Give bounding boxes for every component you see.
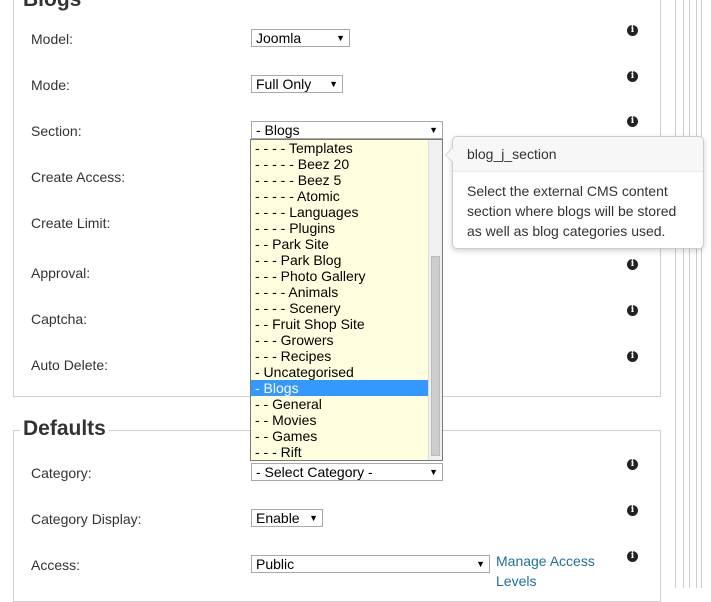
create-limit-label: Create Limit: xyxy=(31,215,111,231)
section-option[interactable]: - - - Photo Gallery xyxy=(251,268,429,284)
info-icon[interactable]: i xyxy=(627,505,638,516)
model-label: Model: xyxy=(31,31,74,47)
chevron-down-icon: ▼ xyxy=(336,33,345,43)
scrollbar-thumb[interactable] xyxy=(431,256,440,456)
section-option[interactable]: - - - - - Beez 5 xyxy=(251,172,429,188)
section-option[interactable]: - - - - Templates xyxy=(251,140,429,156)
frame-bar xyxy=(701,0,708,588)
chevron-down-icon: ▼ xyxy=(429,125,438,135)
category-display-label: Category Display: xyxy=(31,511,142,527)
access-select-value: Public xyxy=(256,556,295,572)
section-option[interactable]: - - Movies xyxy=(251,412,429,428)
tooltip-arrow-inner xyxy=(446,148,453,162)
section-option[interactable]: - - Park Site xyxy=(251,236,429,252)
section-dropdown-list[interactable]: - - - - Templates - - - - - Beez 20- - - … xyxy=(250,139,443,461)
info-icon[interactable]: i xyxy=(627,25,638,36)
section-option[interactable]: - Uncategorised xyxy=(251,364,429,380)
category-display-select[interactable]: Enable ▼ xyxy=(251,509,323,527)
section-option[interactable]: - - General xyxy=(251,396,429,412)
mode-label: Mode: xyxy=(31,77,70,93)
info-icon[interactable]: i xyxy=(627,71,638,82)
right-frame-bars xyxy=(675,0,711,588)
info-icon[interactable]: i xyxy=(627,551,638,562)
chevron-down-icon: ▼ xyxy=(309,513,318,523)
info-icon[interactable]: i xyxy=(627,116,638,127)
frame-bar xyxy=(689,0,697,588)
blogs-legend: Blogs xyxy=(23,0,81,12)
section-option[interactable]: - Blogs xyxy=(251,380,429,396)
auto-delete-label: Auto Delete: xyxy=(31,357,109,373)
model-select-value: Joomla xyxy=(256,30,302,46)
chevron-down-icon: ▼ xyxy=(329,79,338,89)
section-option[interactable]: - - - - - Atomic xyxy=(251,188,429,204)
section-options: - - - - Templates - - - - - Beez 20- - - … xyxy=(251,140,429,460)
section-option[interactable]: - - Games xyxy=(251,428,429,444)
mode-select-value: Full Only xyxy=(256,76,312,92)
info-icon[interactable]: i xyxy=(627,305,638,316)
info-icon[interactable]: i xyxy=(627,259,638,270)
chevron-down-icon: ▼ xyxy=(429,467,438,477)
section-label: Section: xyxy=(31,123,82,139)
section-select-value: - Blogs xyxy=(256,122,300,138)
dropdown-scrollbar[interactable] xyxy=(428,140,442,460)
section-option[interactable]: - - - Park Blog xyxy=(251,252,429,268)
category-label: Category: xyxy=(31,465,92,481)
section-option[interactable]: - - - Rift xyxy=(251,444,429,460)
help-tooltip: blog_j_section Select the external CMS c… xyxy=(445,136,704,249)
create-access-label: Create Access: xyxy=(31,169,126,185)
section-option[interactable]: - - Fruit Shop Site xyxy=(251,316,429,332)
defaults-legend: Defaults xyxy=(20,417,109,441)
mode-select[interactable]: Full Only ▼ xyxy=(251,75,343,93)
tooltip-title: blog_j_section xyxy=(453,137,703,172)
category-select[interactable]: - Select Category - ▼ xyxy=(251,463,443,481)
section-select[interactable]: - Blogs ▼ xyxy=(251,121,443,139)
info-icon[interactable]: i xyxy=(627,351,638,362)
section-option[interactable]: - - - Growers xyxy=(251,332,429,348)
section-option[interactable]: - - - - - Beez 20 xyxy=(251,156,429,172)
frame-bar xyxy=(675,0,684,588)
manage-access-levels-link[interactable]: Manage Access Levels xyxy=(496,551,626,591)
section-option[interactable]: - - - - Languages xyxy=(251,204,429,220)
approval-label: Approval: xyxy=(31,265,91,281)
captcha-label: Captcha: xyxy=(31,311,88,327)
tooltip-body: Select the external CMS content section … xyxy=(467,183,677,239)
access-select[interactable]: Public ▼ xyxy=(251,555,490,573)
category-display-select-value: Enable xyxy=(256,510,300,526)
chevron-down-icon: ▼ xyxy=(476,559,485,569)
model-select[interactable]: Joomla ▼ xyxy=(251,29,350,47)
section-option[interactable]: - - - Recipes xyxy=(251,348,429,364)
section-option[interactable]: - - - - Scenery xyxy=(251,300,429,316)
category-select-value: - Select Category - xyxy=(256,464,373,480)
section-option[interactable]: - - - - Plugins xyxy=(251,220,429,236)
access-label: Access: xyxy=(31,557,81,573)
info-icon[interactable]: i xyxy=(627,459,638,470)
section-option[interactable]: - - - - Animals xyxy=(251,284,429,300)
